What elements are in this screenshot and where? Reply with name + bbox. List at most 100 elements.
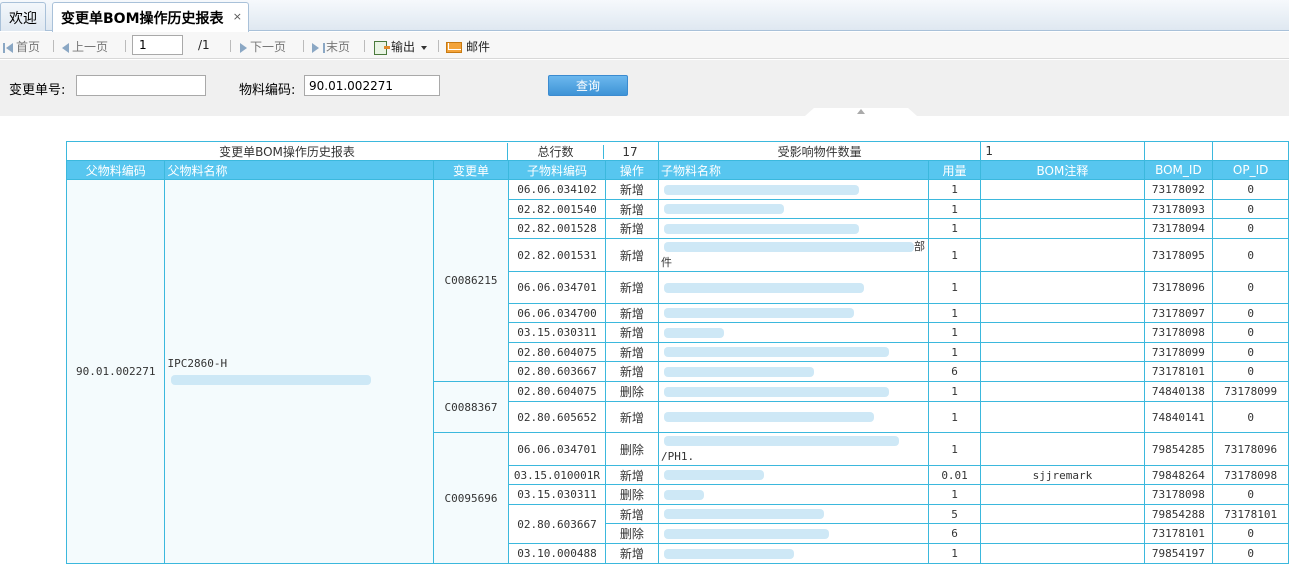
col-child-code[interactable]: 子物料编码: [508, 160, 606, 180]
child-code-cell: 03.15.030311: [508, 322, 606, 343]
op-id-cell: 0: [1212, 179, 1289, 200]
redacted-text: [664, 242, 914, 252]
bom-id-cell: 73178094: [1143, 218, 1214, 239]
change-no-cell: C0088367: [432, 381, 510, 433]
op-cell: 新增: [604, 465, 660, 485]
bom-note-cell: [980, 523, 1145, 544]
tab-bom-history[interactable]: 变更单BOM操作历史报表 ×: [52, 2, 249, 32]
first-page-button[interactable]: 首页: [2, 38, 40, 55]
mail-label: 邮件: [466, 40, 491, 54]
op-cell: 新增: [604, 504, 660, 524]
chevron-down-icon[interactable]: [421, 45, 428, 50]
bom-note-cell: [980, 361, 1145, 382]
redacted-text: [171, 374, 372, 385]
redacted-text: [664, 347, 889, 357]
search-panel: 变更单号: 物料编码: 查询: [0, 60, 1289, 116]
qty-cell: 1: [927, 432, 982, 466]
qty-cell: 1: [927, 484, 982, 505]
total-rows-label: 总行数: [507, 142, 603, 160]
child-name-cell: [658, 401, 929, 433]
table-row[interactable]: 90.01.002271 IPC2860-H C0086215 06.06.03410…: [65, 179, 1289, 564]
page-number-input[interactable]: [132, 35, 183, 55]
op-cell: 删除: [604, 432, 660, 466]
redacted-text: [664, 204, 784, 214]
child-code-cell: 02.80.603667: [508, 361, 606, 382]
bom-id-cell: 73178096: [1143, 271, 1214, 304]
bom-id-cell: 79854197: [1143, 543, 1214, 564]
tab-welcome[interactable]: 欢迎: [0, 2, 46, 31]
parent-name-text: IPC2860-H: [167, 356, 228, 370]
change-no-input[interactable]: [76, 75, 206, 96]
child-name-text: /PH1.: [661, 450, 695, 463]
col-change[interactable]: 变更单: [432, 160, 510, 180]
op-id-cell: 0: [1212, 543, 1289, 564]
close-icon[interactable]: ×: [233, 10, 242, 23]
op-id-cell: 73178096: [1212, 432, 1289, 466]
bom-note-cell: [980, 543, 1145, 564]
qty-cell: 1: [927, 401, 982, 433]
bom-note-cell: [980, 381, 1145, 402]
qty-cell: 1: [927, 271, 982, 304]
material-code-input[interactable]: [304, 75, 440, 96]
op-cell: 新增: [604, 271, 660, 304]
op-cell: 新增: [604, 361, 660, 382]
last-page-icon: [312, 42, 319, 53]
col-parent-code[interactable]: 父物料编码: [65, 160, 166, 180]
child-name-cell: [658, 543, 929, 564]
parent-name-cell: IPC2860-H: [164, 179, 434, 564]
redacted-text: [664, 436, 899, 446]
qty-cell: 5: [927, 504, 982, 524]
col-bom-note[interactable]: BOM注释: [980, 160, 1145, 180]
child-name-cell: [658, 218, 929, 239]
redacted-text: [664, 412, 874, 422]
toolbar: 首页 上一页 /1 下一页 末页 输出 邮件: [0, 32, 1289, 59]
child-code-cell: 03.10.000488: [508, 543, 606, 564]
affected-value: 1: [980, 141, 1145, 161]
op-cell: 新增: [604, 303, 660, 323]
op-id-cell: 0: [1212, 271, 1289, 304]
child-name-cell: [658, 523, 929, 544]
bom-note-cell: [980, 271, 1145, 304]
op-cell: 新增: [604, 199, 660, 219]
last-page-button[interactable]: 末页: [312, 38, 350, 55]
change-no-cell: C0095696: [432, 432, 510, 564]
redacted-text: [664, 327, 724, 338]
col-op-id[interactable]: OP_ID: [1212, 160, 1289, 180]
col-bom-id[interactable]: BOM_ID: [1143, 160, 1214, 180]
child-code-cell: 02.82.001528: [508, 218, 606, 239]
bom-note-cell: [980, 303, 1145, 323]
prev-page-button[interactable]: 上一页: [62, 38, 108, 55]
bom-id-cell: 73178092: [1143, 179, 1214, 200]
bom-note-cell: [980, 218, 1145, 239]
child-code-cell: 02.80.604075: [508, 342, 606, 362]
child-name-cell: [658, 271, 929, 304]
query-button[interactable]: 查询: [548, 75, 628, 96]
qty-cell: 1: [927, 238, 982, 272]
col-qty[interactable]: 用量: [927, 160, 982, 180]
page-total: /1: [198, 38, 210, 52]
qty-cell: 1: [927, 218, 982, 239]
bom-note-cell: [980, 179, 1145, 200]
qty-cell: 1: [927, 322, 982, 343]
tab-bar: 欢迎 变更单BOM操作历史报表 ×: [0, 0, 1289, 32]
col-child-name[interactable]: 子物料名称: [658, 160, 929, 180]
redacted-text: [664, 470, 764, 480]
child-code-cell: 06.06.034700: [508, 303, 606, 323]
next-page-button[interactable]: 下一页: [240, 38, 286, 55]
col-parent-name[interactable]: 父物料名称: [164, 160, 434, 180]
bom-id-cell: 79854288: [1143, 504, 1214, 524]
mail-button[interactable]: 邮件: [446, 38, 490, 55]
op-id-cell: 73178098: [1212, 465, 1289, 485]
child-code-cell: 06.06.034701: [508, 432, 606, 466]
op-cell: 删除: [604, 381, 660, 402]
op-cell: 新增: [604, 322, 660, 343]
col-op[interactable]: 操作: [604, 160, 660, 180]
export-button[interactable]: 输出: [374, 38, 428, 55]
op-id-cell: 0: [1212, 322, 1289, 343]
op-id-cell: 0: [1212, 218, 1289, 239]
bom-note-cell: [980, 484, 1145, 505]
bom-note-cell: [980, 322, 1145, 343]
collapse-panel-handle[interactable]: [805, 108, 917, 116]
child-name-cell: [658, 361, 929, 382]
op-id-cell: 73178101: [1212, 504, 1289, 524]
